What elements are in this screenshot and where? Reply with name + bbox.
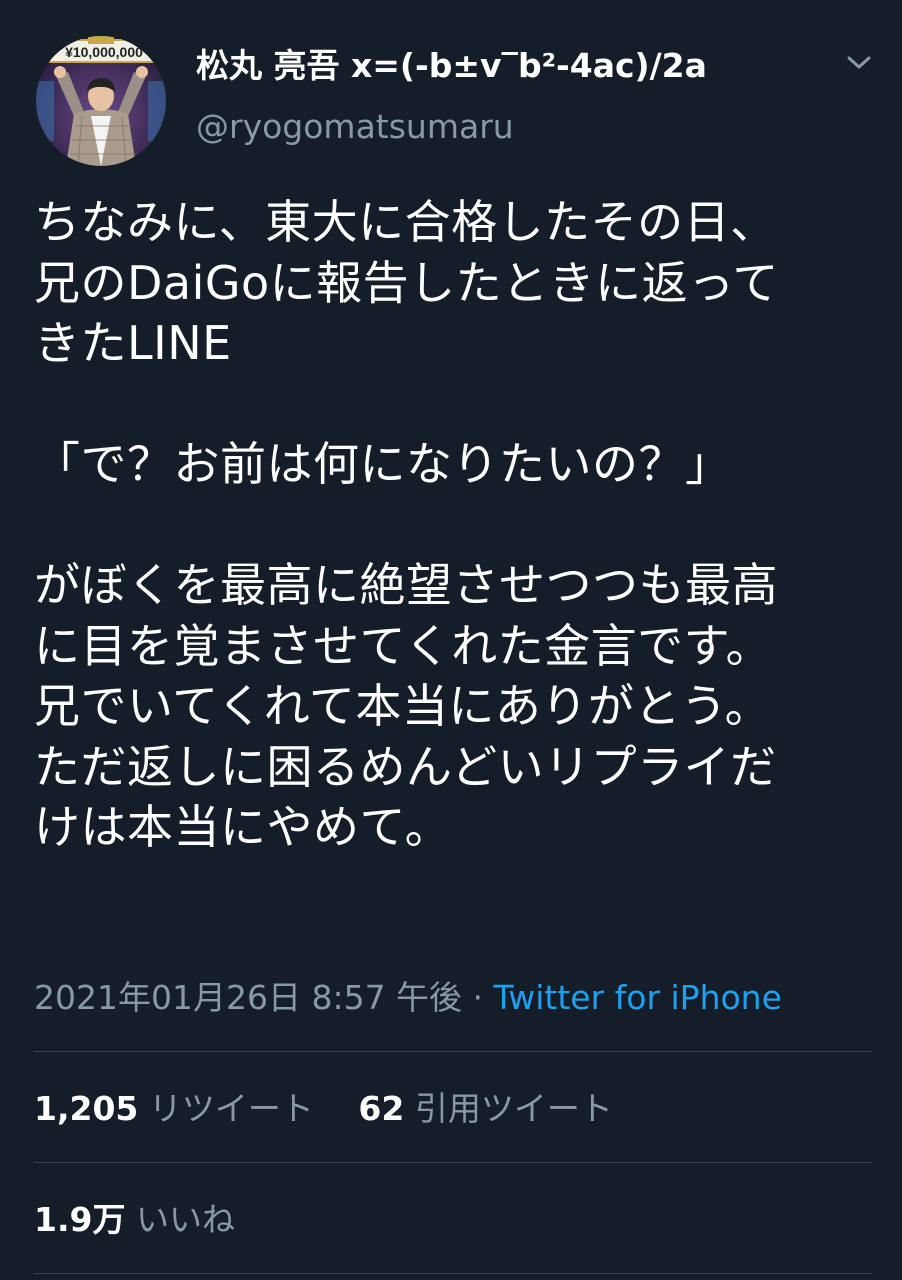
divider	[34, 1273, 872, 1274]
quotes-count: 62	[358, 1089, 405, 1128]
tweet-text-line: がぼくを最高に絶望させつつも最高	[34, 558, 778, 612]
retweets-count: 1,205	[34, 1089, 139, 1128]
tweet-text-line: けは本当にやめて。	[34, 800, 452, 854]
retweets-stat[interactable]: 1,205 リツイート	[34, 1087, 314, 1131]
tweet-text: ちなみに、東大に合格したその日、 兄のDaiGoに報告したときに返って きたLI…	[34, 192, 884, 858]
meta-separator: ·	[462, 978, 494, 1017]
timestamp[interactable]: 2021年01月26日 8:57 午後	[34, 978, 462, 1017]
likes-label: いいね	[135, 1200, 235, 1239]
tweet-text-line: きたLINE	[34, 316, 232, 370]
tweet-text-line	[34, 495, 884, 556]
divider	[34, 1162, 872, 1163]
likes-count: 1.9万	[34, 1200, 126, 1239]
tweet-text-line: ただ返しに困るめんどいリプライだ	[34, 739, 777, 794]
tweet-text-line: 「で？お前は何になりたいの？」	[34, 437, 732, 491]
tweet-meta: 2021年01月26日 8:57 午後 · Twitter for iPhone	[34, 976, 782, 1020]
tweet-detail-screen: ¥10,000,000 松丸 亮吾 x=(-b±v‾b²-4ac)/2a @ry…	[0, 0, 902, 1280]
tweet-menu-button[interactable]	[842, 48, 876, 78]
retweet-stats-row: 1,205 リツイート 62 引用ツイート	[34, 1087, 613, 1131]
likes-stats-row: 1.9万 いいね	[34, 1198, 235, 1242]
retweets-label: リツイート	[148, 1089, 314, 1128]
tweet-text-line: 兄のDaiGoに報告したときに返って	[34, 255, 779, 310]
chevron-down-icon	[847, 56, 871, 69]
divider	[34, 1051, 872, 1052]
avatar-sign-text: ¥10,000,000	[65, 44, 143, 60]
tweet-text-line: に目を覚まさせてくれた金言です。	[34, 618, 773, 673]
quotes-stat[interactable]: 62 引用ツイート	[358, 1087, 612, 1131]
quotes-label: 引用ツイート	[414, 1089, 613, 1128]
tweet-text-line: 兄でいてくれて本当にありがとう。	[34, 679, 772, 733]
tweet-text-line: ちなみに、東大に合格したその日、	[34, 195, 777, 249]
handle[interactable]: @ryogomatsumaru	[196, 105, 514, 149]
avatar-image: ¥10,000,000	[36, 36, 166, 166]
avatar[interactable]: ¥10,000,000	[36, 36, 166, 166]
tweet-text-line	[34, 374, 884, 435]
display-name[interactable]: 松丸 亮吾 x=(-b±v‾b²-4ac)/2a	[196, 44, 707, 88]
source-link[interactable]: Twitter for iPhone	[494, 978, 782, 1017]
likes-stat[interactable]: 1.9万 いいね	[34, 1198, 235, 1242]
